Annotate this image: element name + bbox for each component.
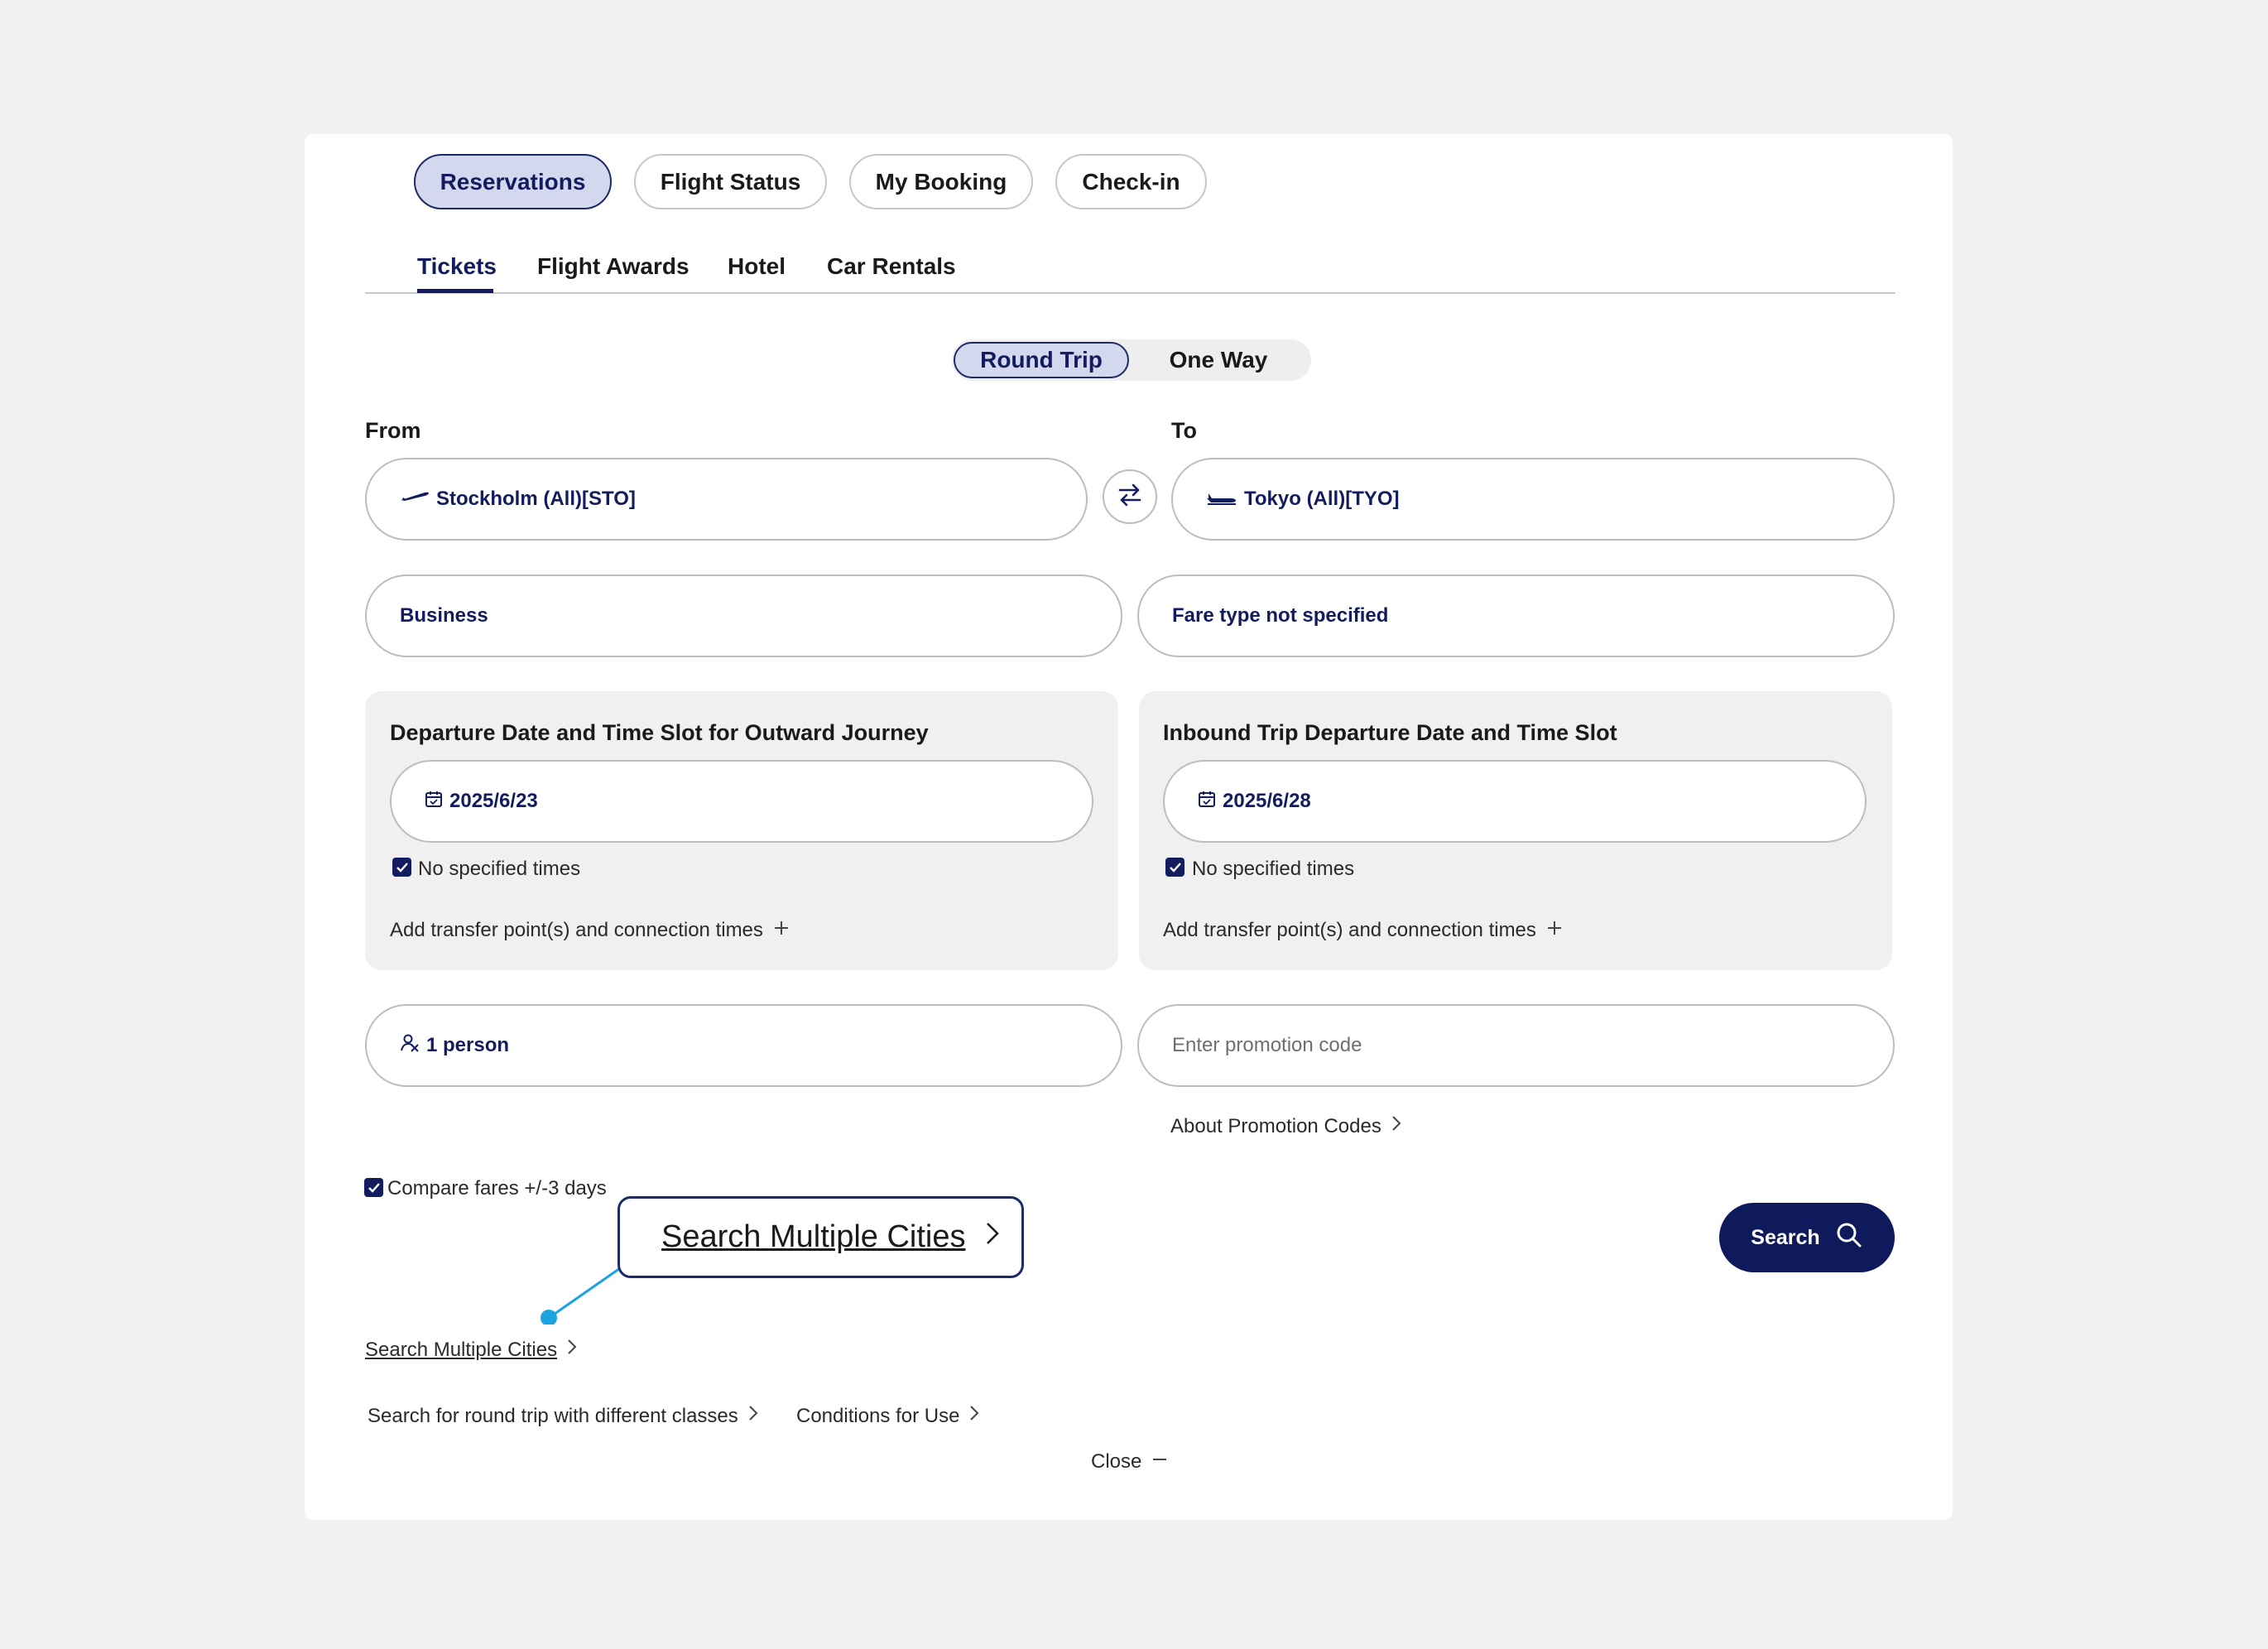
swap-cities-button[interactable]: [1103, 469, 1157, 524]
to-value: Tokyo (All)[TYO]: [1244, 488, 1400, 510]
cabin-class-value: Business: [400, 604, 488, 627]
tabs-divider: [365, 292, 1896, 294]
search-multiple-cities-callout[interactable]: Search Multiple Cities: [617, 1196, 1024, 1278]
promotion-code-input[interactable]: Enter promotion code: [1137, 1004, 1895, 1087]
passengers-value: 1 person: [426, 1034, 510, 1056]
fare-type-value: Fare type not specified: [1172, 604, 1389, 627]
outbound-add-transfer-label: Add transfer point(s) and connection tim…: [390, 919, 763, 941]
passengers-select[interactable]: 1 person: [365, 1004, 1122, 1087]
outbound-no-times-label: No specified times: [418, 858, 581, 880]
plane-takeoff-icon: [400, 488, 430, 511]
tab-check-in[interactable]: Check-in: [1055, 154, 1207, 209]
subtab-tickets[interactable]: Tickets: [417, 253, 497, 280]
chevron-right-icon: [748, 1404, 758, 1428]
cabin-class-select[interactable]: Business: [365, 575, 1122, 657]
plane-landing-icon: [1206, 488, 1237, 511]
inbound-date-value: 2025/6/28: [1223, 790, 1311, 812]
minus-icon: [1151, 1450, 1168, 1474]
chevron-right-icon: [567, 1338, 577, 1362]
outbound-add-transfer-link[interactable]: Add transfer point(s) and connection tim…: [390, 919, 790, 942]
outbound-date-value: 2025/6/23: [449, 790, 538, 812]
subtab-flight-awards[interactable]: Flight Awards: [537, 253, 690, 280]
search-multiple-cities-label: Search Multiple Cities: [365, 1338, 558, 1361]
plus-icon: [773, 919, 790, 942]
round-trip-option[interactable]: Round Trip: [954, 342, 1129, 378]
inbound-no-times-checkbox[interactable]: [1165, 858, 1184, 877]
outbound-title: Departure Date and Time Slot for Outward…: [390, 720, 929, 745]
tab-flight-status[interactable]: Flight Status: [634, 154, 827, 209]
tab-reservations[interactable]: Reservations: [414, 154, 612, 209]
conditions-for-use-link[interactable]: Conditions for Use: [796, 1404, 979, 1428]
plus-icon: [1546, 919, 1563, 942]
close-label: Close: [1091, 1450, 1142, 1473]
chevron-right-icon: [985, 1219, 1000, 1255]
different-classes-label: Search for round trip with different cla…: [368, 1404, 738, 1427]
from-label: From: [365, 418, 421, 443]
inbound-add-transfer-label: Add transfer point(s) and connection tim…: [1163, 919, 1536, 941]
inbound-no-times-label: No specified times: [1192, 858, 1355, 880]
swap-arrows-icon: [1116, 481, 1144, 513]
chevron-right-icon: [969, 1404, 979, 1428]
promotion-code-placeholder: Enter promotion code: [1172, 1034, 1362, 1056]
search-button[interactable]: Search: [1719, 1203, 1895, 1272]
calendar-icon: [425, 790, 443, 814]
tab-my-booking[interactable]: My Booking: [849, 154, 1033, 209]
subtab-car-rentals[interactable]: Car Rentals: [827, 253, 956, 280]
to-field[interactable]: Tokyo (All)[TYO]: [1171, 458, 1895, 541]
one-way-option[interactable]: One Way: [1136, 342, 1301, 378]
from-value: Stockholm (All)[STO]: [436, 488, 636, 510]
calendar-icon: [1198, 790, 1216, 814]
outbound-no-times-checkbox[interactable]: [392, 858, 411, 877]
chevron-right-icon: [1391, 1114, 1401, 1138]
to-label: To: [1171, 418, 1197, 443]
person-icon: [400, 1033, 420, 1059]
different-classes-link[interactable]: Search for round trip with different cla…: [368, 1404, 758, 1428]
inbound-add-transfer-link[interactable]: Add transfer point(s) and connection tim…: [1163, 919, 1563, 942]
from-field[interactable]: Stockholm (All)[STO]: [365, 458, 1088, 541]
subtab-hotel[interactable]: Hotel: [728, 253, 786, 280]
callout-label: Search Multiple Cities: [661, 1219, 966, 1254]
active-tab-indicator: [417, 289, 493, 293]
search-icon: [1835, 1221, 1863, 1255]
conditions-for-use-label: Conditions for Use: [796, 1404, 960, 1427]
about-promotion-codes-label: About Promotion Codes: [1170, 1114, 1381, 1137]
compare-fares-checkbox[interactable]: [364, 1178, 383, 1197]
search-button-label: Search: [1751, 1225, 1820, 1249]
close-link[interactable]: Close: [1091, 1450, 1168, 1474]
fare-type-select[interactable]: Fare type not specified: [1137, 575, 1895, 657]
inbound-date-field[interactable]: 2025/6/28: [1163, 760, 1867, 843]
checkmark-icon: [1169, 862, 1181, 873]
checkmark-icon: [368, 1182, 380, 1193]
outbound-date-field[interactable]: 2025/6/23: [390, 760, 1093, 843]
search-multiple-cities-link[interactable]: Search Multiple Cities: [365, 1338, 577, 1362]
about-promotion-codes-link[interactable]: About Promotion Codes: [1170, 1114, 1401, 1138]
inbound-title: Inbound Trip Departure Date and Time Slo…: [1163, 720, 1617, 745]
compare-fares-label: Compare fares +/-3 days: [387, 1177, 607, 1199]
checkmark-icon: [396, 862, 408, 873]
